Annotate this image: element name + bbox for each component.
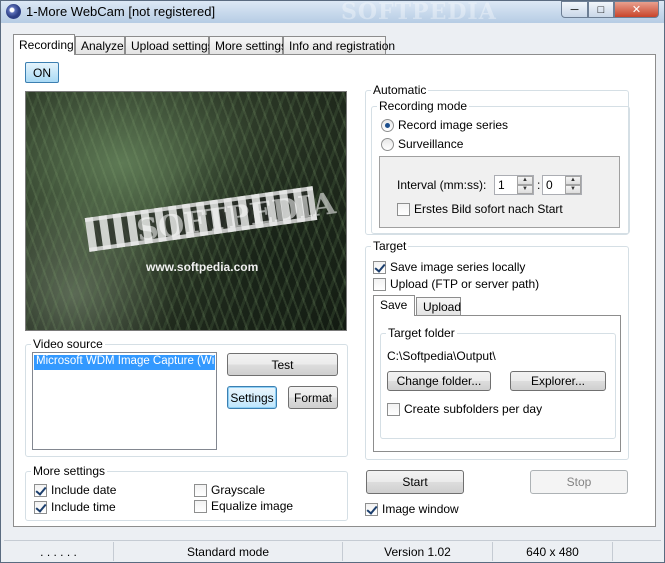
recording-mode-label: Recording mode <box>377 99 470 113</box>
target-folder-path: C:\Softpedia\Output\ <box>387 349 496 363</box>
image-window-label: Image window <box>382 502 459 516</box>
interval-separator: : <box>537 178 541 192</box>
record-image-series-label: Record image series <box>398 118 509 132</box>
seconds-down-arrow-icon[interactable]: ▼ <box>565 185 581 194</box>
status-bar: . . . . . . Standard mode Version 1.02 6… <box>4 540 661 561</box>
more-settings-label: More settings <box>31 464 108 478</box>
seconds-up-arrow-icon[interactable]: ▲ <box>565 176 581 185</box>
create-subfolders-checkbox[interactable]: Create subfolders per day <box>387 402 542 416</box>
explorer-button[interactable]: Explorer... <box>510 371 606 391</box>
tab-analyze[interactable]: Analyze <box>75 36 125 54</box>
first-image-box[interactable] <box>397 202 410 216</box>
maximize-button[interactable]: □ <box>588 1 614 18</box>
status-version: Version 1.02 <box>343 542 493 561</box>
minutes-spin-arrows[interactable]: ▲ ▼ <box>517 176 533 194</box>
equalize-image-label: Equalize image <box>211 499 294 513</box>
save-locally-label: Save image series locally <box>390 260 526 274</box>
upload-checkbox[interactable]: Upload (FTP or server path) <box>373 277 539 291</box>
surveillance-radio[interactable]: Surveillance <box>381 137 463 151</box>
preview-url-text: www.softpedia.com <box>146 260 259 274</box>
webcam-preview: SOFTPEDIA www.softpedia.com <box>25 91 347 331</box>
window-title: 1-More WebCam [not registered] <box>26 4 216 19</box>
minimize-button[interactable]: ─ <box>561 1 588 18</box>
record-image-series-radio[interactable]: Record image series <box>381 118 508 132</box>
equalize-image-box[interactable] <box>194 499 207 513</box>
tab-more-settings[interactable]: More settings <box>209 36 287 54</box>
include-time-checkbox[interactable]: Include time <box>34 500 116 514</box>
grayscale-checkbox[interactable]: Grayscale <box>194 483 265 497</box>
interval-minutes-spinner[interactable]: 1 ▲ ▼ <box>494 175 534 195</box>
softpedia-watermark: SOFTPEDIA <box>341 0 497 25</box>
image-window-checkbox[interactable]: Image window <box>365 502 459 516</box>
video-source-label: Video source <box>31 337 105 351</box>
minutes-down-arrow-icon[interactable]: ▼ <box>517 185 533 194</box>
grayscale-label: Grayscale <box>211 483 266 497</box>
record-image-series-dot[interactable] <box>381 118 394 132</box>
status-resolution: 640 x 480 <box>493 542 613 561</box>
first-image-checkbox[interactable]: Erstes Bild sofort nach Start <box>397 202 563 216</box>
tab-recording[interactable]: Recording <box>13 34 75 55</box>
webcam-app-icon <box>6 4 21 19</box>
include-date-label: Include date <box>51 483 117 497</box>
surveillance-dot[interactable] <box>381 137 394 151</box>
include-time-label: Include time <box>51 500 116 514</box>
app-window: 1-More WebCam [not registered] SOFTPEDIA… <box>0 0 665 563</box>
tab-info-registration[interactable]: Info and registration <box>283 36 395 54</box>
interval-seconds-spinner[interactable]: 0 ▲ ▼ <box>542 175 582 195</box>
interval-minutes-value[interactable]: 1 <box>498 178 505 192</box>
status-mode: Standard mode <box>114 542 343 561</box>
stop-button[interactable]: Stop <box>530 470 628 494</box>
settings-button[interactable]: Settings <box>227 386 277 409</box>
start-button[interactable]: Start <box>366 470 464 494</box>
include-time-box[interactable] <box>34 500 47 514</box>
equalize-image-checkbox[interactable]: Equalize image <box>194 499 293 513</box>
interval-seconds-value[interactable]: 0 <box>546 178 553 192</box>
create-subfolders-label: Create subfolders per day <box>404 402 543 416</box>
save-locally-checkbox[interactable]: Save image series locally <box>373 260 525 274</box>
subtab-upload[interactable]: Upload <box>416 297 461 315</box>
include-date-box[interactable] <box>34 483 47 497</box>
create-subfolders-box[interactable] <box>387 402 400 416</box>
upload-label: Upload (FTP or server path) <box>390 277 540 291</box>
first-image-label: Erstes Bild sofort nach Start <box>414 202 563 216</box>
image-window-box[interactable] <box>365 502 378 516</box>
upload-box[interactable] <box>373 277 386 291</box>
target-label: Target <box>371 239 409 253</box>
video-device-item[interactable]: Microsoft WDM Image Capture (Win32) <box>34 355 215 370</box>
on-toggle-button[interactable]: ON <box>25 62 59 83</box>
target-folder-label: Target folder <box>386 326 457 340</box>
test-button[interactable]: Test <box>227 353 338 376</box>
surveillance-label: Surveillance <box>398 137 464 151</box>
automatic-label: Automatic <box>371 83 429 97</box>
save-locally-box[interactable] <box>373 260 386 274</box>
status-progress: . . . . . . <box>4 542 114 561</box>
video-device-list[interactable]: Microsoft WDM Image Capture (Win32) <box>32 352 217 450</box>
subtab-save[interactable]: Save <box>373 295 415 316</box>
seconds-spin-arrows[interactable]: ▲ ▼ <box>565 176 581 194</box>
close-button[interactable]: ✕ <box>614 1 659 18</box>
title-bar[interactable]: 1-More WebCam [not registered] SOFTPEDIA… <box>1 0 664 25</box>
tab-upload-settings[interactable]: Upload settings <box>125 36 214 54</box>
grayscale-box[interactable] <box>194 483 207 497</box>
include-date-checkbox[interactable]: Include date <box>34 483 116 497</box>
minutes-up-arrow-icon[interactable]: ▲ <box>517 176 533 185</box>
format-button[interactable]: Format <box>288 386 338 409</box>
change-folder-button[interactable]: Change folder... <box>387 371 491 391</box>
interval-label: Interval (mm:ss): <box>397 178 487 192</box>
